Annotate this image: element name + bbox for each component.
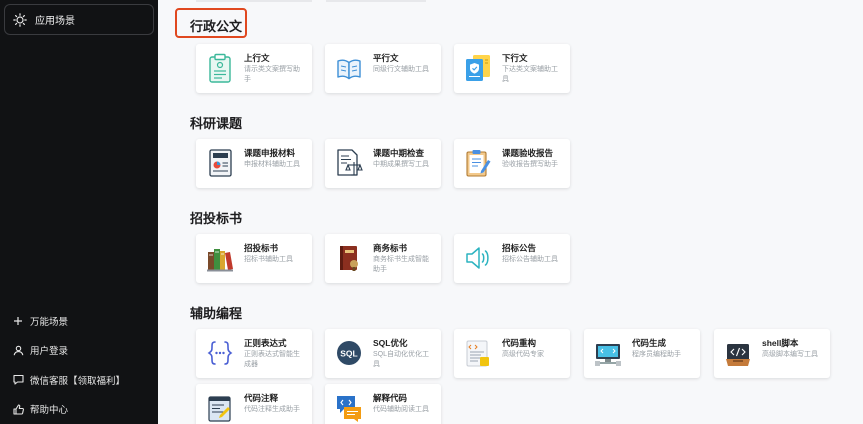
app-card-upward-doc[interactable]: 上行文 请示类文案撰写助手 — [196, 44, 312, 93]
code-box-icon — [724, 338, 752, 368]
card-title: 课题验收报告 — [502, 148, 554, 158]
document-shield-icon — [464, 53, 492, 83]
book-stamp-icon — [335, 243, 363, 273]
code-editor-icon — [206, 393, 234, 423]
card-description: 招标公告辅助工具 — [502, 256, 558, 263]
app-card-shell-script[interactable]: shell脚本 高级脚本编写工具 — [714, 329, 830, 378]
section-title-admin-docs: 行政公文 — [190, 19, 243, 34]
app-card-code-comment[interactable]: 代码注释 代码注释生成助手 — [196, 384, 312, 424]
app-card-bidding-doc[interactable]: 招投标书 招标书辅助工具 — [196, 234, 312, 283]
speaker-icon — [464, 243, 492, 273]
app-card-business-bid[interactable]: 商务标书 商务标书生成智能助手 — [325, 234, 441, 283]
user-icon — [12, 344, 24, 356]
sidebar-item-label: 微信客服【领取福利】 — [30, 375, 126, 387]
app-card-explain-code[interactable]: 解释代码 代码辅助阅读工具 — [325, 384, 441, 424]
card-title: 平行文 — [373, 53, 399, 63]
card-title: 代码注释 — [244, 393, 279, 403]
books-icon — [206, 243, 234, 273]
card-description: 代码注释生成助手 — [244, 406, 300, 413]
card-description: 同级行文辅助工具 — [373, 66, 429, 73]
sun-icon — [13, 12, 27, 27]
card-title: 正则表达式 — [244, 338, 287, 348]
sidebar-item-label: 应用场景 — [35, 16, 75, 27]
sidebar-bottom-menu: 万能场景 用户登录 微信客服【领取福利】 帮助中心 — [0, 306, 158, 424]
app-card-bidding-notice[interactable]: 招标公告 招标公告辅助工具 — [454, 234, 570, 283]
sidebar-item-label: 用户登录 — [30, 346, 69, 358]
open-book-icon — [335, 53, 363, 83]
app-card-downward-doc[interactable]: 下行文 下达类文案辅助工具 — [454, 44, 570, 93]
card-description: 程序员编程助手 — [632, 351, 681, 358]
sidebar-item-universal[interactable]: 万能场景 — [0, 306, 158, 336]
sidebar-item-help[interactable]: 帮助中心 — [0, 395, 158, 424]
card-description: 高级代码专家 — [502, 351, 544, 358]
card-description: 招标书辅助工具 — [244, 256, 293, 263]
card-title: 代码重构 — [502, 338, 537, 348]
card-description: SQL自动化优化工具 — [373, 351, 430, 368]
card-title: 下行文 — [502, 53, 528, 63]
svg-text:SQL: SQL — [340, 349, 357, 359]
card-description: 请示类文案撰写助手 — [244, 66, 300, 83]
sql-icon: SQL — [335, 338, 363, 368]
card-description: 验收报告撰写助手 — [502, 161, 558, 168]
sidebar-item-label: 万能场景 — [30, 316, 69, 328]
chat-icon — [12, 374, 24, 386]
main-content: 行政公文 上行文 请示类文案撰写助手 平行文 同级行文辅助工具 下行文 下达类文… — [158, 0, 863, 424]
report-icon — [206, 148, 234, 178]
card-description: 申报材料辅助工具 — [244, 161, 300, 168]
app-card-project-application[interactable]: 课题申报材料 申报材料辅助工具 — [196, 139, 312, 188]
sidebar-item-label: 帮助中心 — [30, 405, 69, 417]
sidebar: 应用场景 万能场景 用户登录 微信客服【领取福利】 帮助中心 — [0, 0, 158, 424]
card-description: 商务标书生成智能助手 — [373, 256, 429, 273]
plus-icon — [12, 315, 24, 327]
card-title: 商务标书 — [373, 243, 408, 253]
card-title: 上行文 — [244, 53, 270, 63]
document-scale-icon — [335, 148, 363, 178]
clipboard-pencil-icon — [464, 148, 492, 178]
card-title: 代码生成 — [632, 338, 667, 348]
card-title: SQL优化 — [373, 338, 408, 348]
section-title-research: 科研课题 — [190, 116, 243, 131]
card-description: 中期成果撰写工具 — [373, 161, 429, 168]
card-title: 课题中期检查 — [373, 148, 425, 158]
card-title: shell脚本 — [762, 338, 799, 348]
card-title: 课题申报材料 — [244, 148, 296, 158]
divider — [196, 0, 426, 2]
card-description: 高级脚本编写工具 — [762, 351, 818, 358]
card-title: 解释代码 — [373, 393, 408, 403]
app-card-sql-optimize[interactable]: SQL SQL优化 SQL自动化优化工具 — [325, 329, 441, 378]
card-description: 代码辅助阅读工具 — [373, 406, 429, 413]
app-card-code-generation[interactable]: 代码生成 程序员编程助手 — [584, 329, 700, 378]
sidebar-item-app-scenes[interactable]: 应用场景 — [4, 4, 154, 35]
section-title-bidding: 招投标书 — [190, 211, 243, 226]
code-document-icon — [464, 338, 492, 368]
card-title: 招标公告 — [502, 243, 537, 253]
sidebar-item-wechat-service[interactable]: 微信客服【领取福利】 — [0, 365, 158, 395]
section-title-programming: 辅助编程 — [190, 306, 243, 321]
code-chat-icon — [335, 393, 363, 423]
card-title: 招投标书 — [244, 243, 279, 253]
app-card-code-refactor[interactable]: 代码重构 高级代码专家 — [454, 329, 570, 378]
app-card-acceptance-report[interactable]: 课题验收报告 验收报告撰写助手 — [454, 139, 570, 188]
thumbs-up-icon — [12, 403, 24, 415]
computer-icon — [594, 338, 622, 368]
sidebar-item-login[interactable]: 用户登录 — [0, 336, 158, 366]
app-card-regex[interactable]: 正则表达式 正则表达式智能生成器 — [196, 329, 312, 378]
card-description: 下达类文案辅助工具 — [502, 66, 558, 83]
braces-icon — [206, 338, 234, 368]
app-card-parallel-doc[interactable]: 平行文 同级行文辅助工具 — [325, 44, 441, 93]
clipboard-icon — [206, 53, 234, 83]
app-card-midterm-check[interactable]: 课题中期检查 中期成果撰写工具 — [325, 139, 441, 188]
card-description: 正则表达式智能生成器 — [244, 351, 300, 368]
